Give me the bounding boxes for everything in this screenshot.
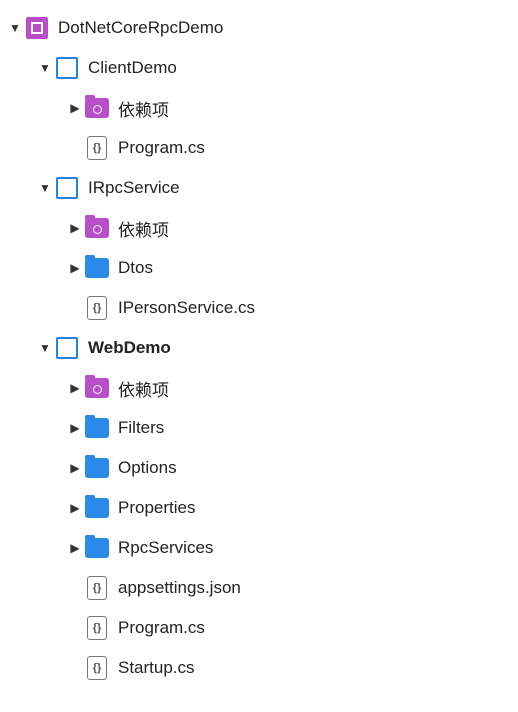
code-file-icon: {} — [84, 575, 110, 601]
folder-icon — [84, 255, 110, 281]
tree-item-label: Properties — [118, 498, 195, 518]
tree-item-p3d[interactable]: ▶ 依赖项 — [0, 368, 518, 408]
tree-item-label: Options — [118, 458, 177, 478]
code-file-icon: {} — [84, 295, 110, 321]
code-file-icon: {} — [84, 135, 110, 161]
tree-item-label: Filters — [118, 418, 164, 438]
tree-item-p3f4[interactable]: ▶ RpcServices — [0, 528, 518, 568]
tree-item-p3[interactable]: ▼ WebDemo — [0, 328, 518, 368]
folder-icon — [84, 415, 110, 441]
chevron-right-icon[interactable]: ▶ — [66, 221, 84, 235]
folder-icon — [84, 535, 110, 561]
chevron-right-icon[interactable]: ▶ — [66, 461, 84, 475]
folder-icon — [84, 495, 110, 521]
tree-item-label: IPersonService.cs — [118, 298, 255, 318]
tree-item-sol[interactable]: ▼ DotNetCoreRpcDemo — [0, 8, 518, 48]
tree-item-p3f7[interactable]: ▶{}Startup.cs — [0, 648, 518, 688]
tree-item-label: Startup.cs — [118, 658, 195, 678]
tree-item-p2d[interactable]: ▶ 依赖项 — [0, 208, 518, 248]
tree-item-p1d[interactable]: ▶ 依赖项 — [0, 88, 518, 128]
chevron-down-icon[interactable]: ▼ — [36, 181, 54, 195]
folder-icon — [84, 455, 110, 481]
chevron-right-icon[interactable]: ▶ — [66, 501, 84, 515]
code-file-icon: {} — [84, 655, 110, 681]
csharp-project-icon — [54, 175, 80, 201]
tree-item-p3f6[interactable]: ▶{}Program.cs — [0, 608, 518, 648]
tree-item-label: Program.cs — [118, 618, 205, 638]
code-file-icon: {} — [84, 615, 110, 641]
tree-item-p3f1[interactable]: ▶ Filters — [0, 408, 518, 448]
chevron-right-icon[interactable]: ▶ — [66, 101, 84, 115]
csharp-project-icon — [54, 335, 80, 361]
tree-item-label: DotNetCoreRpcDemo — [58, 18, 223, 38]
tree-item-label: appsettings.json — [118, 578, 241, 598]
tree-item-label: IRpcService — [88, 178, 180, 198]
dependencies-folder-icon — [84, 95, 110, 121]
dependencies-folder-icon — [84, 215, 110, 241]
chevron-right-icon[interactable]: ▶ — [66, 421, 84, 435]
solution-icon — [24, 15, 50, 41]
tree-item-p1[interactable]: ▼ ClientDemo — [0, 48, 518, 88]
tree-item-label: ClientDemo — [88, 58, 177, 78]
chevron-right-icon[interactable]: ▶ — [66, 261, 84, 275]
tree-item-p3f2[interactable]: ▶ Options — [0, 448, 518, 488]
dependencies-folder-icon — [84, 375, 110, 401]
chevron-down-icon[interactable]: ▼ — [36, 61, 54, 75]
tree-item-p3f3[interactable]: ▶ Properties — [0, 488, 518, 528]
tree-item-p2f1[interactable]: ▶ Dtos — [0, 248, 518, 288]
tree-item-label: RpcServices — [118, 538, 213, 558]
csharp-project-icon — [54, 55, 80, 81]
chevron-right-icon[interactable]: ▶ — [66, 541, 84, 555]
tree-item-p2f2[interactable]: ▶{}IPersonService.cs — [0, 288, 518, 328]
tree-item-label: 依赖项 — [118, 96, 169, 121]
tree-item-label: 依赖项 — [118, 216, 169, 241]
tree-item-label: Program.cs — [118, 138, 205, 158]
tree-item-label: Dtos — [118, 258, 153, 278]
tree-item-label: WebDemo — [88, 338, 171, 358]
tree-item-p2[interactable]: ▼ IRpcService — [0, 168, 518, 208]
chevron-right-icon[interactable]: ▶ — [66, 381, 84, 395]
tree-item-p1f1[interactable]: ▶{}Program.cs — [0, 128, 518, 168]
solution-explorer-tree: ▼ DotNetCoreRpcDemo ▼ ClientDemo ▶ 依赖项 ▶ {} Prog… — [0, 8, 518, 688]
tree-item-label: 依赖项 — [118, 376, 169, 401]
chevron-down-icon[interactable]: ▼ — [6, 21, 24, 35]
tree-item-p3f5[interactable]: ▶{}appsettings.json — [0, 568, 518, 608]
chevron-down-icon[interactable]: ▼ — [36, 341, 54, 355]
